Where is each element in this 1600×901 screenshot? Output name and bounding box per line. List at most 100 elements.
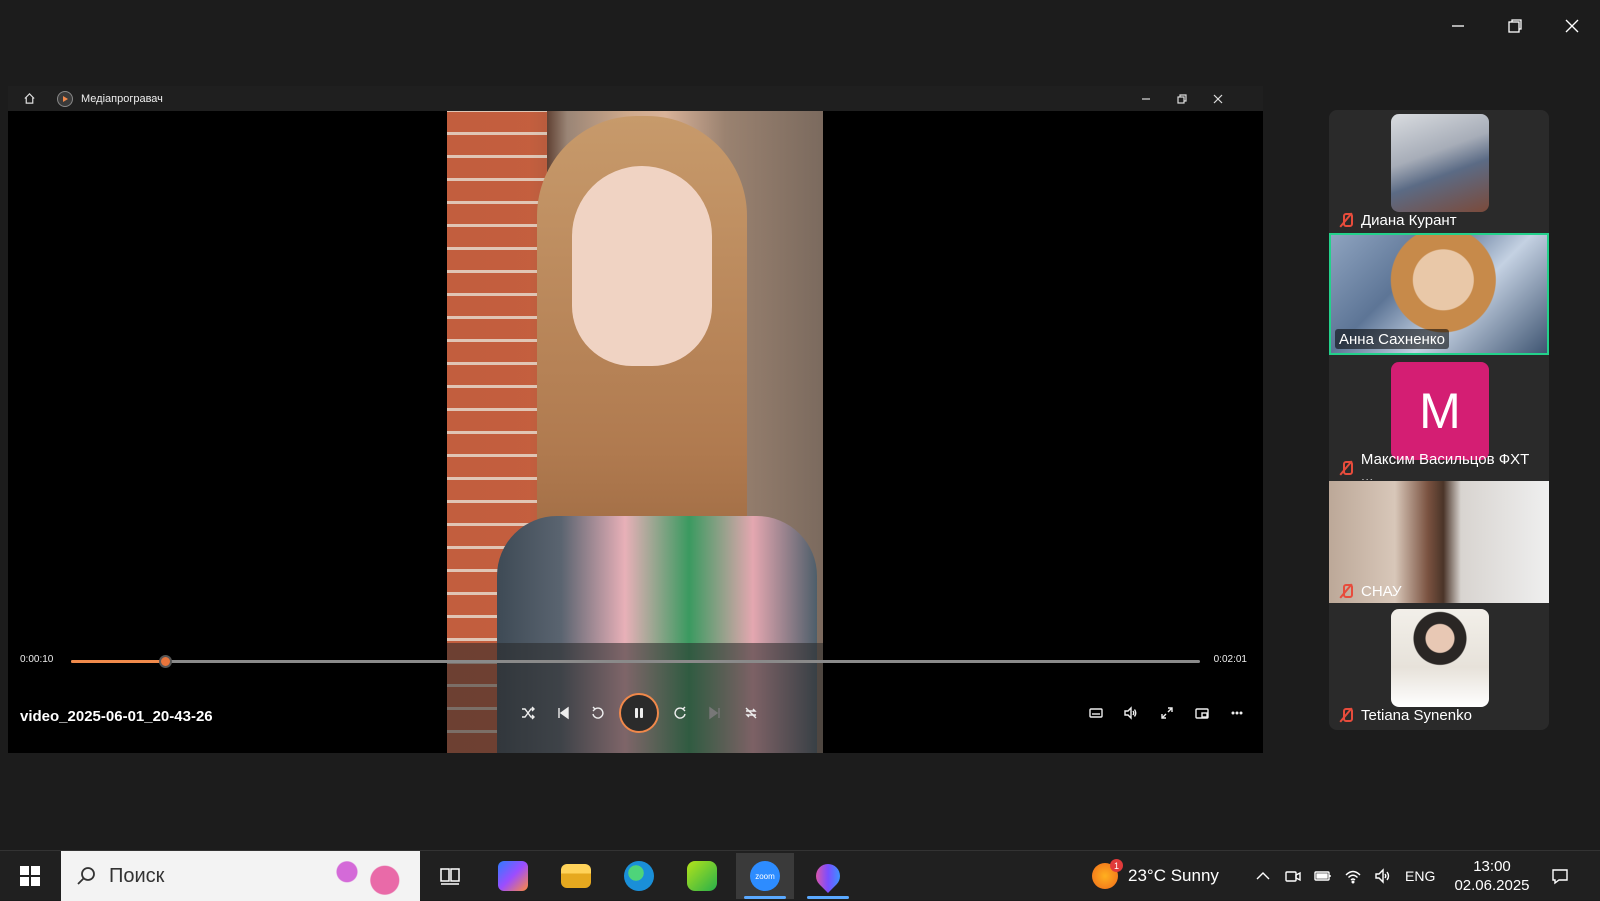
rewind-10-icon [592, 706, 604, 719]
wifi-icon [1345, 870, 1361, 884]
current-time: 0:00:10 [20, 654, 54, 665]
volume-tray-button[interactable] [1373, 866, 1393, 886]
participant-tile[interactable]: M Максим Васильцов ФХТ ... [1329, 358, 1549, 480]
participant-tile[interactable]: Tetiana Synenko [1329, 605, 1549, 727]
edge-icon [624, 861, 654, 891]
forward-30-button[interactable] [665, 698, 695, 728]
avatar-letter: M [1419, 383, 1461, 439]
captions-button[interactable] [1081, 698, 1111, 728]
task-view-icon [440, 868, 460, 885]
seek-progress-fill [71, 660, 165, 663]
more-icon [1231, 711, 1243, 715]
restore-button[interactable] [1486, 0, 1543, 52]
taskbar-search[interactable]: Поиск [61, 851, 420, 901]
captions-icon [1089, 708, 1103, 718]
copilot-icon [498, 861, 528, 891]
rewind-10-button[interactable] [583, 698, 613, 728]
zoom-app[interactable]: zoom [736, 853, 794, 899]
edge-app[interactable] [610, 853, 668, 899]
chevron-up-icon [1256, 872, 1270, 880]
participant-label: СНАУ [1335, 581, 1406, 601]
participant-video [1391, 114, 1489, 212]
camera-icon [1285, 871, 1301, 882]
mic-muted-icon [1339, 583, 1353, 599]
xbox-app[interactable] [673, 853, 731, 899]
volume-button[interactable] [1116, 698, 1146, 728]
next-button[interactable] [700, 698, 730, 728]
clock-date: 02.06.2025 [1454, 877, 1530, 894]
player-minimize-button[interactable] [1128, 86, 1164, 111]
participant-tile[interactable]: СНАУ [1329, 481, 1549, 603]
weather-sun-icon: 1 [1092, 859, 1123, 889]
mini-player-icon [1195, 708, 1209, 719]
participant-name: Диана Курант [1361, 211, 1457, 229]
minimize-icon [1451, 25, 1464, 27]
home-icon [23, 93, 35, 104]
battery-icon[interactable] [1313, 866, 1333, 886]
player-close-button[interactable] [1200, 86, 1236, 111]
weather-text: 23°C Sunny [1128, 866, 1219, 885]
participant-tile-active-speaker[interactable]: Анна Сахненко [1329, 233, 1549, 355]
participant-tile[interactable]: Диана Курант [1329, 110, 1549, 232]
more-options-button[interactable] [1222, 698, 1252, 728]
task-view-button[interactable] [421, 853, 479, 899]
meet-now-icon[interactable] [1283, 866, 1303, 886]
seek-thumb[interactable] [158, 655, 172, 668]
repeat-off-button[interactable] [736, 698, 766, 728]
mic-muted-icon [1339, 707, 1353, 723]
mic-muted-icon [1339, 460, 1353, 476]
participant-name: Максим Васильцов ФХТ ... [1360, 451, 1530, 480]
restore-icon [1507, 19, 1522, 33]
participant-avatar: M [1391, 362, 1489, 460]
volume-icon [1124, 706, 1137, 720]
shuffle-icon [522, 706, 535, 720]
forward-30-icon [674, 706, 686, 719]
participant-name: Tetiana Synenko [1361, 706, 1472, 724]
player-titlebar: Медіапрогравач [8, 86, 1263, 111]
minimize-button[interactable] [1429, 0, 1486, 52]
participant-label: Максим Васильцов ФХТ ... [1335, 451, 1549, 480]
video-file-name: video_2025-06-01_20-43-26 [20, 708, 213, 725]
notifications-button[interactable] [1547, 866, 1573, 886]
notification-icon [1552, 869, 1568, 885]
pause-button[interactable] [619, 693, 659, 733]
start-button[interactable] [10, 859, 50, 893]
participant-name: Анна Сахненко [1339, 330, 1445, 348]
weather-widget[interactable]: 1 23°C Sunny [1092, 851, 1219, 901]
zoom-window-controls [1429, 0, 1600, 52]
media-player-window: Медіапрогравач 0:00:10 0:02:01 video_202… [8, 86, 1263, 753]
paint-app[interactable] [799, 853, 857, 899]
language-indicator[interactable]: ENG [1405, 851, 1435, 901]
taskbar: Поиск zoom 1 23°C Sunny ENG 13:00 02.06.… [0, 850, 1600, 901]
speaker-icon [1375, 868, 1390, 884]
player-app-title: Медіапрогравач [81, 92, 163, 105]
skip-previous-icon [558, 706, 569, 720]
fullscreen-button[interactable] [1152, 698, 1182, 728]
participant-label: Tetiana Synenko [1335, 705, 1476, 725]
shuffle-button[interactable] [513, 698, 543, 728]
mini-player-button[interactable] [1187, 698, 1217, 728]
file-explorer-app[interactable] [547, 853, 605, 899]
participant-name: СНАУ [1361, 582, 1402, 600]
close-button[interactable] [1543, 0, 1600, 52]
total-time: 0:02:01 [1213, 654, 1247, 665]
previous-button[interactable] [548, 698, 578, 728]
clock-time: 13:00 [1473, 858, 1511, 875]
close-icon [1213, 94, 1223, 103]
seek-track[interactable] [71, 655, 1200, 668]
network-icon[interactable] [1343, 866, 1363, 886]
skip-next-icon [709, 706, 720, 720]
copilot-app[interactable] [484, 853, 542, 899]
battery-icon [1314, 871, 1331, 881]
fullscreen-icon [1161, 707, 1173, 719]
participant-label: Диана Курант [1335, 210, 1461, 230]
home-button[interactable] [19, 89, 39, 109]
paint-drop-icon [811, 859, 845, 893]
show-hidden-icons-button[interactable] [1253, 866, 1273, 886]
weather-badge: 1 [1110, 859, 1123, 872]
search-highlight-illustration [326, 855, 410, 897]
player-restore-button[interactable] [1164, 86, 1200, 111]
windows-logo-icon [20, 866, 40, 886]
search-icon [77, 867, 95, 885]
clock[interactable]: 13:00 02.06.2025 [1452, 851, 1532, 901]
